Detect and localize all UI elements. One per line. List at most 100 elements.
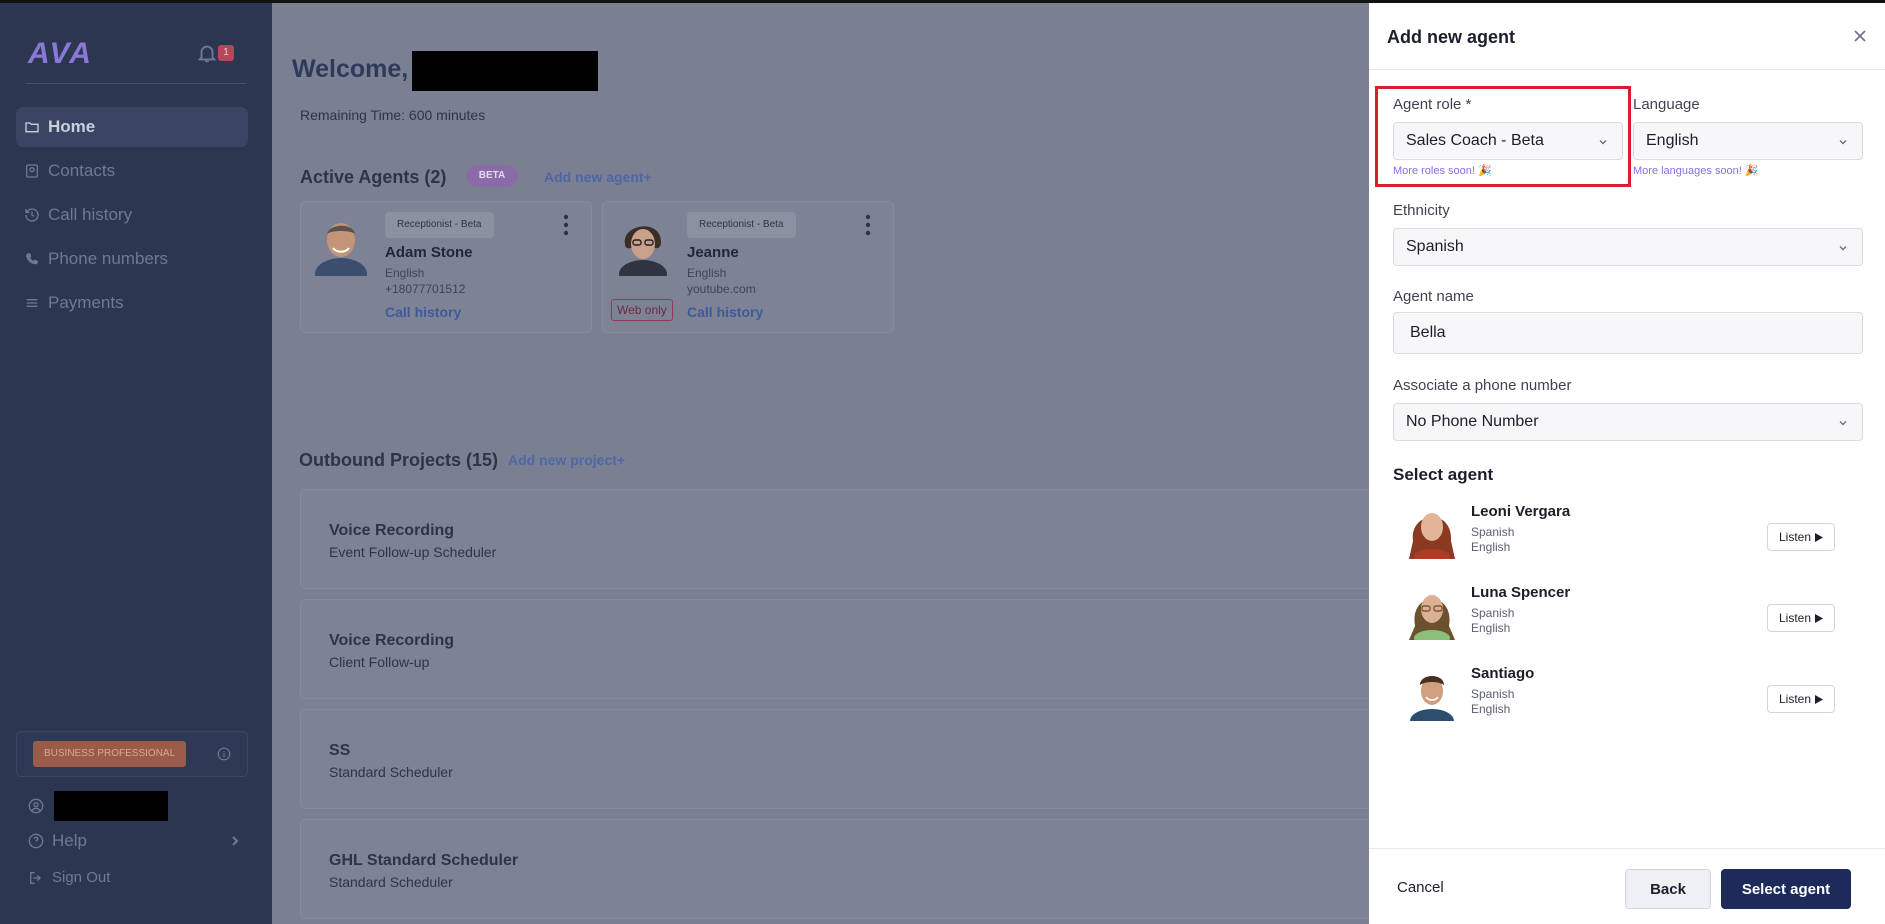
phone-icon: [26, 253, 38, 265]
listen-label: Listen: [1778, 530, 1812, 544]
info-icon[interactable]: [217, 747, 231, 761]
sidebar: AVA 1 Home Contacts Call history Phone n…: [0, 0, 272, 924]
agent-avatar: [611, 212, 675, 276]
agent-call-history-link[interactable]: Call history: [687, 304, 763, 320]
redacted-username: [54, 791, 168, 821]
cancel-button[interactable]: Cancel: [1397, 879, 1444, 896]
listen-button[interactable]: Listen: [1767, 685, 1835, 713]
voice-language: English: [1471, 702, 1511, 716]
help-item[interactable]: Help: [28, 831, 240, 851]
select-agent-button[interactable]: Select agent: [1721, 869, 1851, 909]
play-icon: [1815, 532, 1824, 542]
voice-option[interactable]: Leoni Vergara Spanish English Listen: [1393, 501, 1835, 571]
ethnicity-select[interactable]: Spanish: [1393, 228, 1863, 266]
help-label: Help: [52, 831, 87, 850]
drawer-title: Add new agent: [1387, 27, 1516, 47]
add-agent-link[interactable]: Add new agent+: [544, 169, 652, 185]
project-card[interactable]: Voice Recording Client Follow-up: [300, 599, 1400, 699]
project-subtitle: Standard Scheduler: [329, 764, 453, 780]
voice-name: Leoni Vergara: [1471, 503, 1571, 520]
main-content: Welcome, Remaining Time: 600 minutes Act…: [272, 0, 1400, 924]
agent-contact: youtube.com: [687, 282, 756, 296]
drawer-header-divider: [1369, 69, 1885, 70]
project-subtitle: Event Follow-up Scheduler: [329, 544, 497, 560]
agent-role-label: Agent role *: [1393, 96, 1472, 113]
agent-call-history-link[interactable]: Call history: [385, 304, 461, 320]
folder-icon: [25, 122, 39, 133]
project-title: GHL Standard Scheduler: [329, 852, 519, 869]
sidebar-item-label: Payments: [48, 293, 124, 312]
redacted-name: [412, 51, 598, 91]
voice-avatar: [1405, 582, 1459, 640]
agent-card[interactable]: Receptionist - Beta Jeanne English youtu…: [602, 201, 894, 333]
project-title: Voice Recording: [329, 632, 455, 649]
project-card[interactable]: SS Standard Scheduler: [300, 709, 1400, 809]
project-card[interactable]: Voice Recording Event Follow-up Schedule…: [300, 489, 1400, 589]
select-agent-title: Select agent: [1393, 465, 1494, 484]
sidebar-item-call-history[interactable]: Call history: [16, 195, 248, 235]
agent-name: Jeanne: [687, 244, 739, 261]
signout-icon: [30, 871, 41, 884]
payments-icon: [26, 299, 38, 307]
ava-logo[interactable]: AVA: [28, 37, 93, 71]
outbound-projects-title: Outbound Projects (15): [299, 450, 499, 470]
agent-card[interactable]: Receptionist - Beta Adam Stone English +…: [300, 201, 592, 333]
back-button[interactable]: Back: [1625, 869, 1711, 909]
close-icon[interactable]: [1853, 29, 1867, 43]
sidebar-item-phone-numbers[interactable]: Phone numbers: [16, 239, 248, 279]
drawer-footer-divider: [1369, 848, 1885, 849]
ethnicity-value: Spanish: [1406, 238, 1464, 255]
agent-language: English: [687, 266, 727, 280]
project-subtitle: Client Follow-up: [329, 654, 430, 670]
agent-name-input[interactable]: [1393, 312, 1863, 354]
listen-label: Listen: [1778, 611, 1812, 625]
sidebar-item-payments[interactable]: Payments: [16, 283, 248, 323]
project-title: Voice Recording: [329, 522, 455, 539]
signout-item[interactable]: Sign Out: [28, 869, 110, 886]
voice-option[interactable]: Luna Spencer Spanish English Listen: [1393, 582, 1835, 652]
chevron-down-icon: [1839, 140, 1847, 145]
chevron-right-icon: [232, 836, 239, 846]
language-label: Language: [1633, 96, 1700, 113]
plan-box: BUSINESS PROFESSIONAL: [16, 731, 248, 777]
agent-language: English: [385, 266, 425, 280]
sidebar-item-label: Contacts: [48, 161, 116, 180]
sidebar-item-home[interactable]: Home: [16, 107, 248, 147]
more-options-icon[interactable]: [865, 214, 871, 236]
voice-language: English: [1471, 621, 1511, 635]
phone-number-value: No Phone Number: [1406, 413, 1539, 430]
voice-language: Spanish: [1471, 525, 1515, 539]
sidebar-divider: [26, 83, 246, 84]
plan-badge[interactable]: BUSINESS PROFESSIONAL: [33, 741, 187, 767]
chevron-down-icon: [1839, 246, 1847, 251]
help-icon: [28, 833, 44, 849]
agent-contact: +18077701512: [385, 282, 466, 296]
sidebar-item-contacts[interactable]: Contacts: [16, 151, 248, 191]
agent-role-value: Sales Coach - Beta: [1406, 132, 1544, 149]
user-row[interactable]: [28, 791, 168, 821]
agent-role-select[interactable]: Sales Coach - Beta: [1393, 122, 1623, 160]
agent-role-chip: Receptionist - Beta: [385, 212, 494, 238]
web-only-badge: Web only: [611, 299, 673, 321]
remaining-time: Remaining Time: 600 minutes: [300, 107, 486, 123]
voice-language: English: [1471, 540, 1511, 554]
more-roles-hint: More roles soon! 🎉: [1393, 165, 1492, 177]
add-agent-drawer: Add new agent Agent role * Sales Coach -…: [1369, 0, 1885, 924]
sidebar-nav: Home Contacts Call history Phone numbers…: [16, 107, 248, 327]
more-options-icon[interactable]: [563, 214, 569, 236]
language-select[interactable]: English: [1633, 122, 1863, 160]
voice-option[interactable]: Santiago Spanish English Listen: [1393, 663, 1835, 733]
project-subtitle: Standard Scheduler: [329, 874, 453, 890]
project-title: SS: [329, 742, 351, 759]
add-project-link[interactable]: Add new project+: [508, 452, 625, 468]
sidebar-item-label: Home: [48, 117, 96, 136]
project-card[interactable]: GHL Standard Scheduler Standard Schedule…: [300, 819, 1400, 919]
voice-avatar: [1405, 663, 1459, 721]
more-languages-hint: More languages soon! 🎉: [1633, 165, 1759, 177]
phone-label: Associate a phone number: [1393, 377, 1572, 394]
listen-button[interactable]: Listen: [1767, 523, 1835, 551]
listen-button[interactable]: Listen: [1767, 604, 1835, 632]
bell-icon[interactable]: [196, 41, 218, 65]
phone-number-select[interactable]: No Phone Number: [1393, 403, 1863, 441]
chevron-down-icon: [1839, 421, 1847, 426]
